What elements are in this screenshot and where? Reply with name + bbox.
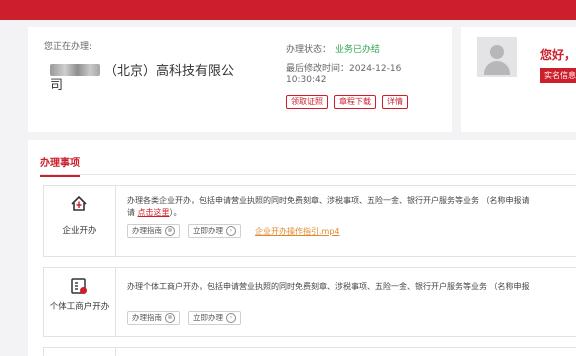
avatar-body-shape [484, 61, 510, 75]
id-card-icon [71, 278, 87, 294]
redacted-text [50, 64, 100, 76]
description-prefix: 请 [127, 208, 138, 217]
info-icon: ⊗ [165, 313, 175, 323]
arrow-right-icon: › [226, 313, 236, 323]
guide-button[interactable]: 办理指南 ⊗ [127, 311, 180, 325]
get-license-button[interactable]: 领取证照 [286, 95, 328, 109]
apply-label: 立即办理 [193, 313, 223, 322]
description-text: 办理各类企业开办，包括申请营业执照的同时免费刻章、涉税事项、五险一金、银行开户服… [127, 196, 530, 205]
item-title: 企业开办 [62, 226, 97, 236]
status-line: 办理状态： 业务已办结 [286, 42, 380, 55]
service-item-individual: 个体工商户开办 办理个体工商户开办，包括申请营业执照的同时免费刻章、涉税事项、五… [43, 267, 576, 337]
service-item-enterprise: 企业开办 办理各类企业开办，包括申请营业执照的同时免费刻章、涉税事项、五险一金、… [43, 185, 576, 257]
status-actions: 领取证照 章程下载 详情 [286, 95, 408, 109]
click-here-link[interactable]: 点击这里 [138, 208, 170, 217]
house-icon [71, 195, 87, 211]
item-header[interactable]: 个体工商户开办 [44, 268, 116, 336]
user-card: 您好， 实名信息 [461, 27, 576, 132]
item-actions: 办理指南 ⊗ 立即办理 › [127, 311, 241, 325]
item-description: 办理各类企业开办，包括申请营业执照的同时免费刻章、涉税事项、五险一金、银行开户服… [127, 195, 576, 219]
avatar-head-shape [490, 45, 504, 59]
item-header[interactable] [44, 348, 116, 356]
info-icon: ⊗ [165, 226, 175, 236]
details-button[interactable]: 详情 [382, 95, 408, 109]
description-text: 办理个体工商户开办，包括申请营业执照的同时免费刻章、涉税事项、五险一金、银行开户… [127, 282, 530, 291]
guide-video-link[interactable]: 企业开办操作指引.mp4 [255, 226, 340, 237]
realname-info-button[interactable]: 实名信息 [540, 68, 576, 83]
status-label: 办理状态： [286, 45, 332, 55]
status-card: 您正在办理: （北京）高科技有限公司 办理状态： 业务已办结 最后修改时间：202… [28, 27, 452, 132]
greeting: 您好， [540, 48, 576, 62]
description-suffix: ）。 [169, 208, 182, 217]
apply-now-button[interactable]: 立即办理 › [188, 311, 241, 325]
tab-divider [40, 174, 576, 175]
item-header[interactable]: 企业开办 [44, 186, 116, 256]
main-panel: 办理事项 企业开办 办理各类企业开办，包括申请营业执照的同时免费刻章、涉税事项、… [28, 140, 576, 356]
download-charter-button[interactable]: 章程下载 [334, 95, 376, 109]
avatar[interactable] [477, 37, 517, 77]
guide-label: 办理指南 [132, 313, 162, 322]
arrow-right-icon: › [226, 226, 236, 236]
top-header-bar [0, 0, 576, 20]
apply-now-button[interactable]: 立即办理 › [188, 224, 241, 238]
service-item-next [43, 347, 576, 356]
item-description: 办理个体工商户开办，包括申请营业执照的同时免费刻章、涉税事项、五险一金、银行开户… [127, 281, 576, 293]
last-modified: 最后修改时间：2024-12-16 10:30:42 [286, 64, 406, 86]
status-value: 业务已办结 [335, 45, 381, 55]
modified-label: 最后修改时间： [286, 64, 350, 74]
guide-label: 办理指南 [132, 226, 162, 235]
doing-label: 您正在办理: [44, 42, 93, 52]
item-actions: 办理指南 ⊗ 立即办理 › 企业开办操作指引.mp4 [127, 224, 340, 238]
guide-button[interactable]: 办理指南 ⊗ [127, 224, 180, 238]
company-name: （北京）高科技有限公司 [50, 64, 240, 93]
apply-label: 立即办理 [193, 226, 223, 235]
item-title: 个体工商户开办 [49, 302, 110, 312]
